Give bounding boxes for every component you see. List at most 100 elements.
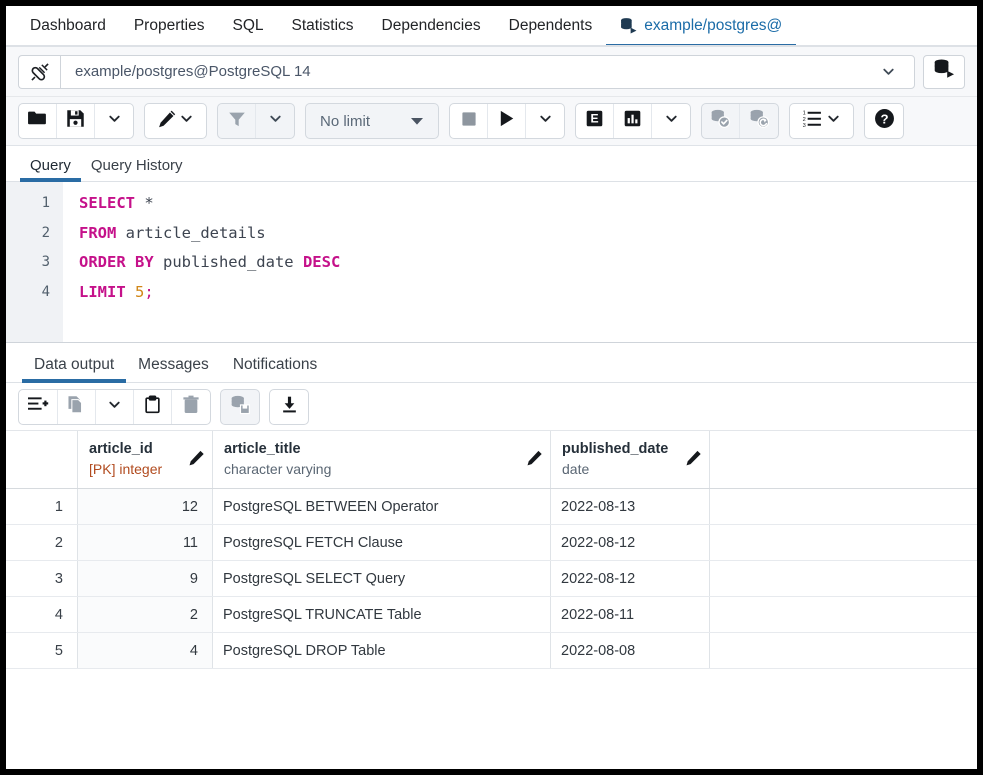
row-number-cell[interactable]: 3 — [6, 561, 78, 596]
row-number-cell[interactable]: 5 — [6, 633, 78, 668]
chevron-down-icon — [826, 111, 841, 131]
cell-article-title[interactable]: PostgreSQL TRUNCATE Table — [213, 597, 551, 632]
help-button[interactable]: ? — [864, 103, 904, 139]
svg-text:3: 3 — [803, 123, 806, 129]
sql-token: published_date — [154, 253, 303, 271]
tab-query-history[interactable]: Query History — [81, 157, 193, 181]
sql-line: SELECT * — [79, 189, 977, 219]
row-number-cell[interactable]: 2 — [6, 525, 78, 560]
tab-query-tool[interactable]: example/postgres@ — [606, 6, 796, 45]
manage-connection-button[interactable] — [923, 55, 965, 89]
table-row[interactable]: 42PostgreSQL TRUNCATE Table2022-08-11 — [6, 597, 977, 633]
cell-published-date[interactable]: 2022-08-13 — [551, 489, 710, 524]
tab-notifications[interactable]: Notifications — [221, 356, 329, 382]
explain-button[interactable]: E — [576, 104, 614, 138]
line-number: 3 — [6, 248, 63, 278]
execute-caret[interactable] — [526, 104, 564, 138]
connection-bar: example/postgres@PostgreSQL 14 — [6, 47, 977, 97]
table-row[interactable]: 54PostgreSQL DROP Table2022-08-08 — [6, 633, 977, 669]
table-row[interactable]: 211PostgreSQL FETCH Clause2022-08-12 — [6, 525, 977, 561]
row-number-cell[interactable]: 1 — [6, 489, 78, 524]
column-type: date — [562, 460, 683, 479]
tab-label: Dependencies — [382, 18, 481, 34]
tab-sql[interactable]: SQL — [218, 6, 277, 45]
execute-query-button[interactable] — [488, 104, 526, 138]
stop-query-button[interactable] — [450, 104, 488, 138]
sql-token: FROM — [79, 224, 116, 242]
paste-rows-button[interactable] — [134, 390, 172, 424]
tab-properties[interactable]: Properties — [120, 6, 219, 45]
cell-article-id[interactable]: 11 — [78, 525, 213, 560]
tab-statistics[interactable]: Statistics — [278, 6, 368, 45]
save-data-button[interactable] — [221, 390, 259, 424]
pencil-icon[interactable] — [188, 449, 205, 470]
cell-article-title[interactable]: PostgreSQL SELECT Query — [213, 561, 551, 596]
cell-article-id[interactable]: 4 — [78, 633, 213, 668]
macros-button[interactable]: 1 2 3 — [790, 104, 853, 138]
open-file-button[interactable] — [19, 104, 57, 138]
delete-rows-button[interactable] — [172, 390, 210, 424]
table-row[interactable]: 112PostgreSQL BETWEEN Operator2022-08-13 — [6, 489, 977, 525]
cell-article-title[interactable]: PostgreSQL DROP Table — [213, 633, 551, 668]
edit-button-group — [144, 103, 207, 139]
sql-code-area[interactable]: SELECT * FROM article_details ORDER BY pub… — [63, 182, 977, 342]
add-row-button[interactable] — [19, 390, 58, 424]
sql-token: article_details — [116, 224, 265, 242]
copy-caret[interactable] — [96, 390, 134, 424]
chevron-down-icon — [107, 111, 122, 131]
save-file-button[interactable] — [57, 104, 95, 138]
row-number-cell[interactable]: 4 — [6, 597, 78, 632]
connection-selector-group: example/postgres@PostgreSQL 14 — [18, 55, 915, 89]
tab-dashboard[interactable]: Dashboard — [16, 6, 120, 45]
explain-analyze-button[interactable] — [614, 104, 652, 138]
tab-dependencies[interactable]: Dependencies — [368, 6, 495, 45]
edit-menu-button[interactable] — [145, 104, 206, 138]
chevron-down-icon — [664, 111, 679, 131]
tab-data-output[interactable]: Data output — [22, 356, 126, 382]
row-limit-dropdown[interactable]: No limit — [306, 104, 438, 138]
cell-article-id[interactable]: 9 — [78, 561, 213, 596]
sql-token: SELECT — [79, 194, 135, 212]
cell-published-date[interactable]: 2022-08-11 — [551, 597, 710, 632]
tab-messages[interactable]: Messages — [126, 356, 221, 382]
cell-article-id[interactable]: 2 — [78, 597, 213, 632]
pencil-icon[interactable] — [526, 449, 543, 470]
cell-article-id[interactable]: 12 — [78, 489, 213, 524]
row-header-corner — [6, 431, 78, 488]
commit-button[interactable] — [702, 104, 740, 138]
pencil-icon[interactable] — [685, 449, 702, 470]
copy-rows-button[interactable] — [58, 390, 96, 424]
folder-open-icon — [27, 108, 48, 134]
rollback-button[interactable] — [740, 104, 778, 138]
cell-published-date[interactable]: 2022-08-12 — [551, 561, 710, 596]
connection-dropdown[interactable]: example/postgres@PostgreSQL 14 — [60, 55, 915, 89]
connection-plug-icon[interactable] — [18, 55, 60, 89]
copy-rows-icon — [67, 395, 86, 419]
help-question-icon: ? — [874, 108, 895, 134]
sql-editor[interactable]: 1 2 3 4 SELECT *FROM article_detailsORDE… — [6, 182, 977, 342]
filter-caret[interactable] — [256, 104, 294, 138]
explain-caret[interactable] — [652, 104, 690, 138]
column-header-article-id[interactable]: article_id [PK] integer — [78, 431, 213, 488]
column-name: published_date — [562, 440, 683, 460]
cell-published-date[interactable]: 2022-08-12 — [551, 525, 710, 560]
download-csv-button[interactable] — [270, 390, 308, 424]
tab-query[interactable]: Query — [20, 157, 81, 181]
tab-label: Dashboard — [30, 18, 106, 34]
sql-token: DESC — [303, 253, 340, 271]
filter-button[interactable] — [218, 104, 256, 138]
cell-article-title[interactable]: PostgreSQL FETCH Clause — [213, 525, 551, 560]
results-body: 112PostgreSQL BETWEEN Operator2022-08-13… — [6, 489, 977, 669]
tab-dependents[interactable]: Dependents — [495, 6, 607, 45]
sql-token: * — [144, 194, 153, 212]
download-csv-icon — [280, 395, 299, 419]
cell-published-date[interactable]: 2022-08-08 — [551, 633, 710, 668]
table-row[interactable]: 39PostgreSQL SELECT Query2022-08-12 — [6, 561, 977, 597]
column-header-published-date[interactable]: published_date date — [551, 431, 710, 488]
file-button-group — [18, 103, 134, 139]
sql-line: ORDER BY published_date DESC — [79, 248, 977, 278]
column-header-article-title[interactable]: article_title character varying — [213, 431, 551, 488]
save-file-caret[interactable] — [95, 104, 133, 138]
sql-token: ; — [144, 283, 153, 301]
cell-article-title[interactable]: PostgreSQL BETWEEN Operator — [213, 489, 551, 524]
